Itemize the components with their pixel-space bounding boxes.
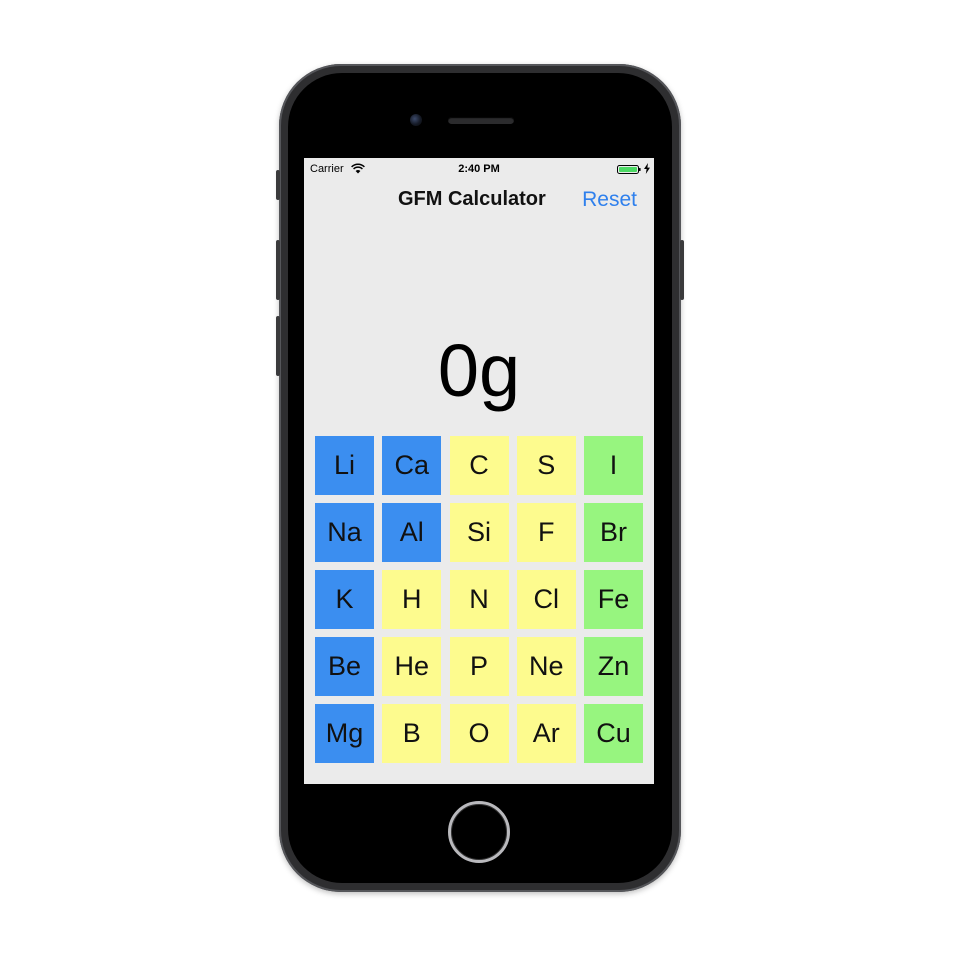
element-button-cu[interactable]: Cu bbox=[584, 704, 643, 763]
power-button bbox=[680, 240, 684, 300]
element-button-ca[interactable]: Ca bbox=[382, 436, 442, 495]
element-button-li[interactable]: Li bbox=[315, 436, 374, 495]
front-camera bbox=[410, 114, 422, 126]
element-button-b[interactable]: B bbox=[382, 704, 442, 763]
status-time: 2:40 PM bbox=[458, 163, 500, 175]
element-button-s[interactable]: S bbox=[516, 436, 576, 495]
earpiece-speaker bbox=[448, 117, 514, 124]
element-button-he[interactable]: He bbox=[382, 637, 442, 696]
page-title: GFM Calculator bbox=[398, 188, 546, 210]
element-button-al[interactable]: Al bbox=[382, 503, 442, 562]
element-button-cl[interactable]: Cl bbox=[516, 570, 576, 629]
element-button-f[interactable]: F bbox=[516, 503, 576, 562]
status-bar: Carrier 2:40 PM bbox=[304, 158, 654, 180]
element-button-h[interactable]: H bbox=[382, 570, 442, 629]
element-button-c[interactable]: C bbox=[449, 436, 509, 495]
charging-bolt-icon bbox=[644, 163, 650, 174]
reset-button[interactable]: Reset bbox=[582, 188, 637, 212]
volume-up-button bbox=[276, 240, 280, 300]
element-button-na[interactable]: Na bbox=[315, 503, 374, 562]
element-button-be[interactable]: Be bbox=[315, 637, 374, 696]
element-button-p[interactable]: P bbox=[449, 637, 509, 696]
element-button-br[interactable]: Br bbox=[584, 503, 643, 562]
element-button-mg[interactable]: Mg bbox=[315, 704, 374, 763]
element-button-zn[interactable]: Zn bbox=[584, 637, 643, 696]
mute-switch bbox=[276, 170, 280, 200]
volume-down-button bbox=[276, 316, 280, 376]
element-button-k[interactable]: K bbox=[315, 570, 374, 629]
battery-icon bbox=[617, 165, 641, 174]
home-button[interactable] bbox=[448, 801, 510, 863]
element-button-fe[interactable]: Fe bbox=[584, 570, 643, 629]
app-screen: Carrier 2:40 PM GFM Calculator Reset 0g … bbox=[304, 158, 654, 784]
element-button-n[interactable]: N bbox=[449, 570, 509, 629]
element-button-ne[interactable]: Ne bbox=[516, 637, 576, 696]
element-grid: Li Ca C S I Na Al Si F Br K H N Cl Fe Be He P Ne Zn Mg B O Ar Cu bbox=[315, 436, 643, 766]
element-button-i[interactable]: I bbox=[584, 436, 643, 495]
gram-formula-mass-display: 0g bbox=[437, 329, 521, 412]
element-button-o[interactable]: O bbox=[449, 704, 509, 763]
element-button-ar[interactable]: Ar bbox=[516, 704, 576, 763]
element-button-si[interactable]: Si bbox=[449, 503, 509, 562]
